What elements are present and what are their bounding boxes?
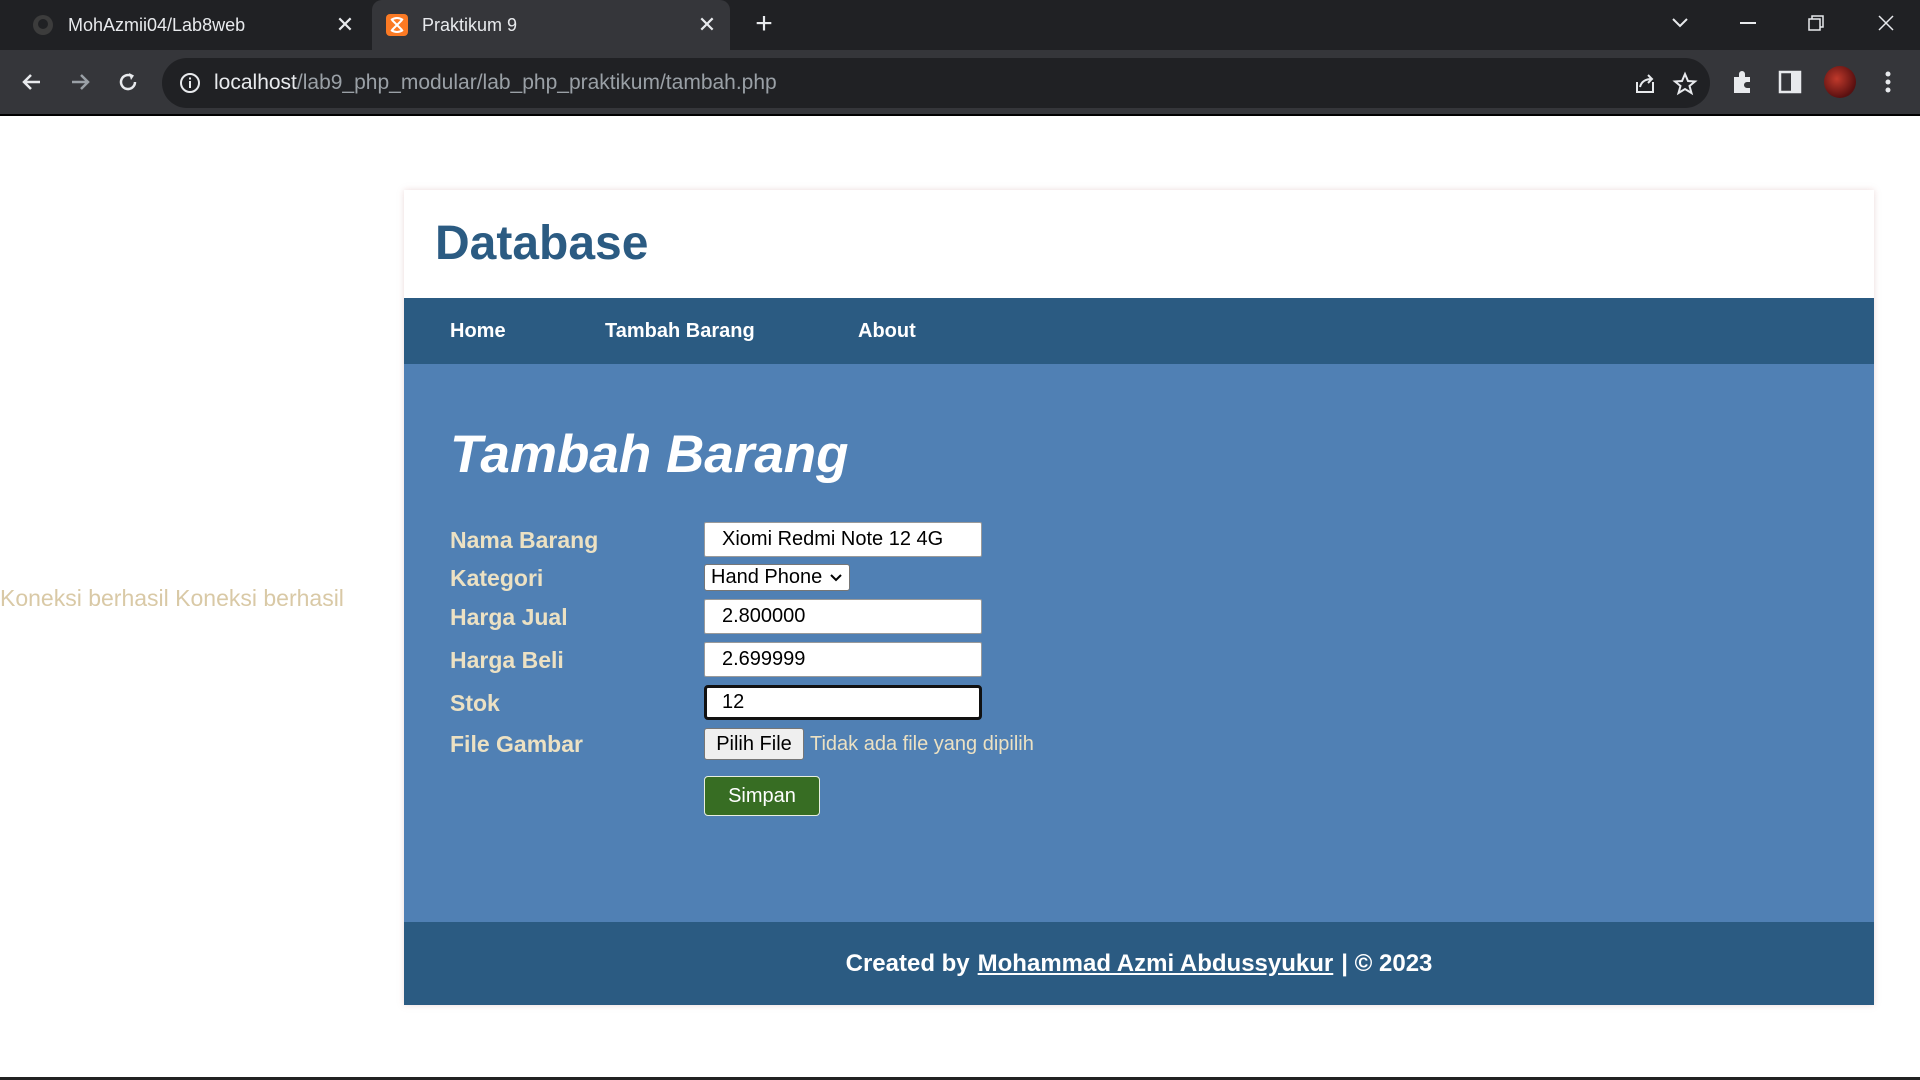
close-tab-icon[interactable]: ✕ [330,12,360,38]
browser-tab-strip: MohAzmii04/Lab8web ✕ Praktikum 9 ✕ + [0,0,1920,50]
chevron-down-icon [830,574,842,582]
kategori-label: Kategori [450,565,544,591]
nama-barang-input[interactable] [704,522,982,557]
tab-title: MohAzmii04/Lab8web [68,14,246,35]
chrome-divider [0,114,1920,116]
close-tab-icon[interactable]: ✕ [692,12,722,38]
restore-icon[interactable] [1786,0,1846,46]
harga-beli-label: Harga Beli [450,647,564,673]
harga-beli-input[interactable] [704,642,982,677]
extensions-icon[interactable] [1729,68,1757,96]
main-nav: Home Tambah Barang About [404,298,1874,364]
footer-copyright: | © 2023 [1341,949,1433,977]
page-container: Database Home Tambah Barang About Tambah… [404,190,1874,1005]
share-icon[interactable] [1632,71,1658,97]
forward-icon[interactable] [62,64,98,100]
back-icon[interactable] [14,64,50,100]
stok-label: Stok [450,690,500,716]
file-gambar-label: File Gambar [450,731,583,757]
form-heading: Tambah Barang [450,425,849,484]
stok-input[interactable] [704,685,982,720]
browser-tab-praktikum[interactable]: Praktikum 9 ✕ [372,0,730,50]
file-status-text: Tidak ada file yang dipilih [810,733,1034,755]
choose-file-button[interactable]: Pilih File [704,728,804,760]
url-text: localhost/lab9_php_modular/lab_php_prakt… [214,71,777,94]
bookmark-star-icon[interactable] [1672,71,1698,97]
address-bar[interactable]: localhost/lab9_php_modular/lab_php_prakt… [162,58,1710,108]
site-info-icon[interactable] [178,71,202,95]
tab-search-icon[interactable] [1650,0,1710,46]
menu-kebab-icon[interactable] [1874,68,1902,96]
kategori-selected-value: Hand Phone [711,566,823,588]
nama-barang-label: Nama Barang [450,527,599,553]
close-window-icon[interactable] [1856,0,1916,46]
new-tab-icon[interactable]: + [748,8,780,40]
form-section: Tambah Barang Nama Barang Kategori Hand … [404,364,1874,922]
connection-message: Koneksi berhasil Koneksi berhasil [0,585,344,611]
xampp-icon [386,14,408,36]
harga-jual-input[interactable] [704,599,982,634]
footer-prefix: Created by [845,949,970,977]
tab-title: Praktikum 9 [422,14,518,35]
site-header: Database [404,190,1874,298]
site-footer: Created by Mohammad Azmi Abdussyukur | ©… [404,922,1874,1005]
site-title: Database [435,217,649,270]
github-icon [33,15,53,35]
reload-icon[interactable] [110,64,146,100]
nav-about-link[interactable]: About [858,298,916,364]
browser-tab-lab8web[interactable]: MohAzmii04/Lab8web ✕ [18,0,368,50]
profile-avatar[interactable] [1824,66,1856,98]
footer-author-link[interactable]: Mohammad Azmi Abdussyukur [978,950,1334,978]
simpan-button[interactable]: Simpan [704,776,820,816]
harga-jual-label: Harga Jual [450,604,568,630]
kategori-select[interactable]: Hand Phone [704,564,850,591]
minimize-icon[interactable] [1718,0,1778,46]
nav-home-link[interactable]: Home [450,298,506,364]
nav-tambah-barang-link[interactable]: Tambah Barang [605,298,755,364]
side-panel-icon[interactable] [1776,68,1804,96]
browser-toolbar: localhost/lab9_php_modular/lab_php_prakt… [0,50,1920,114]
